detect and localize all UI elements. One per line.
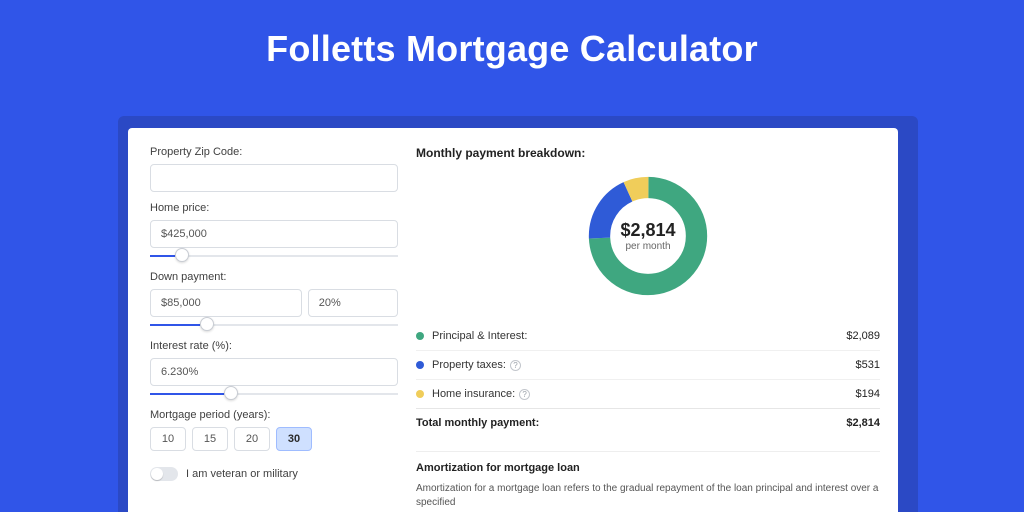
stage: Folletts Mortgage Calculator Property Zi…: [0, 0, 1024, 512]
veteran-toggle[interactable]: [150, 467, 178, 481]
zip-label: Property Zip Code:: [150, 146, 398, 158]
home-price-input[interactable]: [150, 220, 398, 248]
page-title: Folletts Mortgage Calculator: [0, 0, 1024, 70]
legend-dot-icon: [416, 332, 424, 340]
legend-dot-icon: [416, 361, 424, 369]
legend-label: Home insurance:: [432, 388, 515, 400]
amortization-heading: Amortization for mortgage loan: [416, 462, 880, 474]
total-amount: $2,814: [846, 417, 880, 429]
period-option-10[interactable]: 10: [150, 427, 186, 451]
legend-amount: $194: [856, 388, 880, 400]
interest-input[interactable]: [150, 358, 398, 386]
legend-label: Principal & Interest:: [432, 330, 527, 342]
info-icon[interactable]: ?: [519, 389, 530, 400]
amortization-body: Amortization for a mortgage loan refers …: [416, 482, 880, 510]
info-icon[interactable]: ?: [510, 360, 521, 371]
interest-label: Interest rate (%):: [150, 340, 398, 352]
home-price-label: Home price:: [150, 202, 398, 214]
donut-center-sub: per month: [625, 241, 670, 252]
calculator-panel: Property Zip Code: Home price: Down paym…: [128, 128, 898, 512]
legend-row: Property taxes:? $531: [416, 350, 880, 379]
legend-row: Home insurance:? $194: [416, 379, 880, 408]
legend-amount: $531: [856, 359, 880, 371]
veteran-label: I am veteran or military: [186, 468, 298, 480]
period-option-15[interactable]: 15: [192, 427, 228, 451]
breakdown-panel: Monthly payment breakdown: $2,814 per mo…: [416, 146, 880, 510]
legend-row: Principal & Interest: $2,089: [416, 322, 880, 350]
down-payment-input[interactable]: [150, 289, 302, 317]
interest-slider[interactable]: [150, 389, 398, 399]
period-option-30[interactable]: 30: [276, 427, 312, 451]
legend-amount: $2,089: [846, 330, 880, 342]
breakdown-heading: Monthly payment breakdown:: [416, 146, 880, 160]
home-price-slider[interactable]: [150, 251, 398, 261]
down-payment-slider[interactable]: [150, 320, 398, 330]
amortization-section: Amortization for mortgage loan Amortizat…: [416, 451, 880, 510]
period-option-20[interactable]: 20: [234, 427, 270, 451]
legend-dot-icon: [416, 390, 424, 398]
legend-label: Property taxes:: [432, 359, 506, 371]
legend: Principal & Interest: $2,089 Property taxe…: [416, 318, 880, 408]
period-label: Mortgage period (years):: [150, 409, 398, 421]
zip-input[interactable]: [150, 164, 398, 192]
total-label: Total monthly payment:: [416, 417, 539, 429]
donut-center-value: $2,814: [620, 220, 675, 241]
period-options: 10152030: [150, 427, 398, 451]
total-row: Total monthly payment: $2,814: [416, 408, 880, 437]
input-form: Property Zip Code: Home price: Down paym…: [150, 146, 398, 510]
down-payment-label: Down payment:: [150, 271, 398, 283]
down-payment-pct-input[interactable]: [308, 289, 398, 317]
donut-chart: $2,814 per month: [584, 172, 712, 300]
